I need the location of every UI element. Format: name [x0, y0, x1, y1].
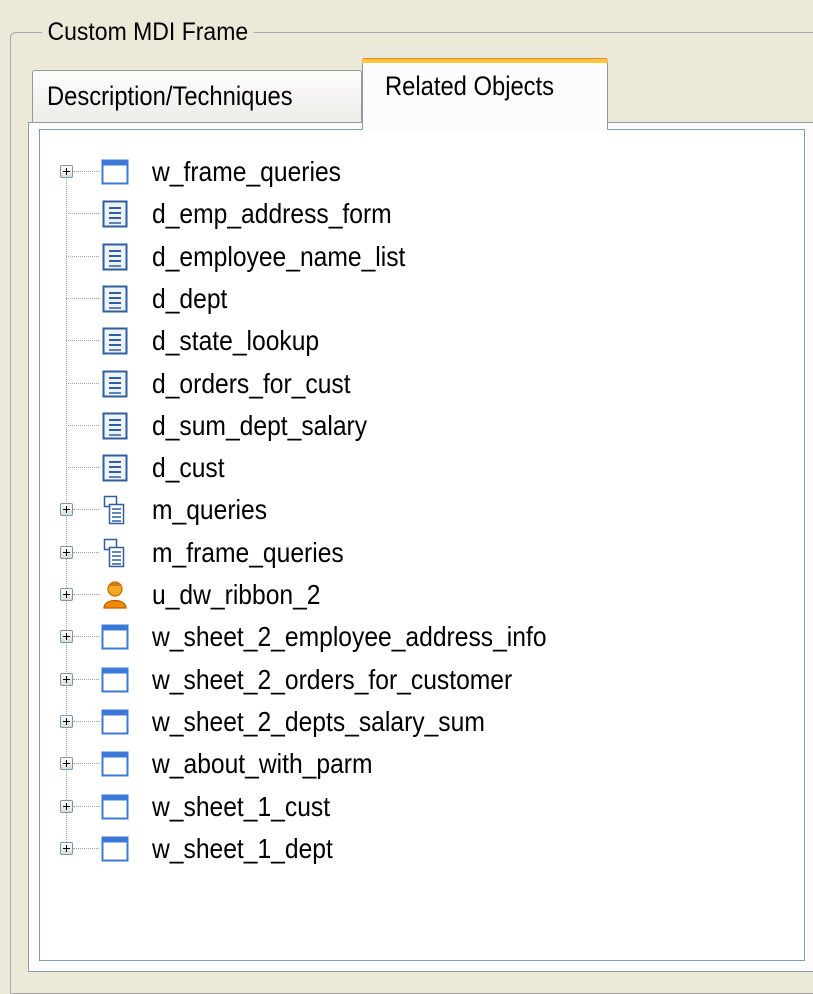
tree-item-label: d_employee_name_list [152, 240, 406, 272]
tree-branch-line [66, 467, 99, 469]
tree-item[interactable]: w_sheet_1_dept [40, 829, 780, 871]
datawindow-icon [100, 242, 130, 272]
related-objects-page: w_frame_queries d_emp_address_form d_emplo… [28, 122, 813, 972]
tree-item-label: w_sheet_1_dept [152, 832, 333, 864]
tree-item-label: u_dw_ribbon_2 [152, 579, 321, 610]
tree-branch-line [66, 424, 99, 426]
tree-branch-line [73, 720, 99, 722]
tree-item-label: w_sheet_1_cust [152, 790, 331, 822]
expand-plus-icon[interactable] [60, 672, 73, 686]
tree-item-label: m_frame_queries [152, 536, 344, 568]
datawindow-icon [100, 326, 130, 356]
expand-plus-icon[interactable] [60, 503, 73, 517]
tree-branch-line [73, 763, 99, 765]
expand-plus-icon[interactable] [60, 630, 73, 644]
tab-label: Related Objects [385, 71, 555, 101]
window-icon [100, 665, 130, 695]
tree-branch-line [73, 847, 99, 849]
window-icon [100, 622, 130, 652]
expand-plus-icon[interactable] [60, 841, 73, 855]
tree-item[interactable]: w_sheet_2_depts_salary_sum [40, 702, 780, 744]
expand-plus-icon[interactable] [60, 545, 73, 559]
expand-plus-icon[interactable] [60, 714, 73, 728]
tree-item[interactable]: d_sum_dept_salary [40, 406, 780, 448]
tree-branch-line [66, 255, 99, 257]
datawindow-icon [100, 369, 130, 399]
datawindow-icon [100, 411, 130, 441]
tree-item-label: w_frame_queries [152, 156, 342, 187]
tree-item-label: d_cust [152, 452, 225, 484]
expand-plus-icon[interactable] [60, 165, 73, 178]
tree-item[interactable]: d_state_lookup [40, 321, 780, 363]
expand-plus-icon[interactable] [60, 799, 73, 813]
tree-item[interactable]: w_frame_queries [40, 152, 780, 194]
tree-item-label: d_state_lookup [152, 325, 320, 357]
window-icon [100, 749, 130, 779]
tree-branch-line [73, 805, 99, 807]
groupbox-title: Custom MDI Frame [42, 16, 254, 48]
tree-branch-line [73, 551, 99, 553]
datawindow-icon [100, 284, 130, 314]
tree-item-label: w_sheet_2_employee_address_info [152, 621, 547, 653]
tree-branch-line [73, 678, 99, 680]
tree-item[interactable]: w_about_with_parm [40, 744, 780, 786]
related-objects-tree[interactable]: w_frame_queries d_emp_address_form d_emplo… [39, 129, 805, 961]
tree-item-label: d_sum_dept_salary [152, 409, 368, 441]
tree-item[interactable]: m_frame_queries [40, 533, 780, 575]
tree-branch-line [73, 636, 99, 638]
tree-item-label: w_sheet_2_depts_salary_sum [152, 705, 485, 737]
tree-branch-line [73, 171, 99, 172]
tree-branch-line [66, 340, 99, 342]
tree-item-label: m_queries [152, 494, 268, 526]
tree-item[interactable]: u_dw_ribbon_2 [40, 575, 780, 617]
tree-item[interactable]: m_queries [40, 490, 780, 532]
tree-branch-line [66, 297, 99, 299]
tab-related-objects[interactable]: Related Objects [362, 58, 608, 130]
tree-item[interactable]: d_employee_name_list [40, 237, 780, 279]
tree-item[interactable]: w_sheet_1_cust [40, 787, 780, 829]
tree-item-label: w_sheet_2_orders_for_customer [152, 663, 513, 695]
tab-label: Description/Techniques [47, 81, 293, 111]
menu-icon [100, 495, 130, 525]
expand-plus-icon[interactable] [60, 588, 73, 601]
tree-branch-line [73, 509, 99, 511]
menu-icon [100, 538, 130, 568]
datawindow-icon [100, 453, 130, 483]
window-icon [100, 792, 130, 822]
tree-branch-line [66, 213, 99, 215]
window-icon [100, 707, 130, 737]
window-icon [100, 834, 130, 864]
window-icon [100, 157, 130, 187]
expand-plus-icon[interactable] [60, 757, 73, 771]
tree-item[interactable]: d_emp_address_form [40, 194, 780, 236]
tree-item-label: d_emp_address_form [152, 198, 392, 230]
tree-branch-line [73, 594, 99, 595]
tree-item[interactable]: d_orders_for_cust [40, 364, 780, 406]
tree-item[interactable]: w_sheet_2_orders_for_customer [40, 660, 780, 702]
tree-item[interactable]: d_dept [40, 279, 780, 321]
tree-item-label: d_orders_for_cust [152, 367, 351, 399]
user-object-icon [100, 580, 130, 610]
tree-branch-line [66, 382, 99, 384]
tree-item[interactable]: w_sheet_2_employee_address_info [40, 617, 780, 659]
tree-item-label: w_about_with_parm [152, 748, 373, 780]
tree-item[interactable]: d_cust [40, 448, 780, 490]
tab-description-techniques[interactable]: Description/Techniques [32, 70, 362, 124]
tree-item-label: d_dept [152, 282, 228, 314]
datawindow-icon [100, 199, 130, 229]
